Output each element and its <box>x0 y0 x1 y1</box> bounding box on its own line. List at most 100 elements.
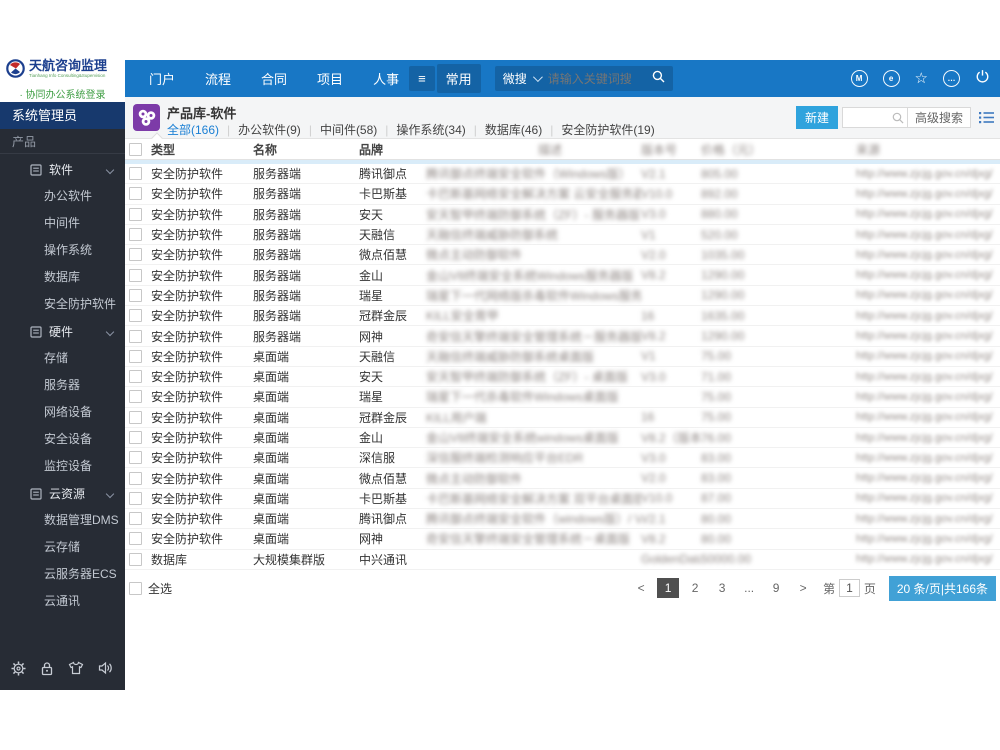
sidebar-item[interactable]: 存储 <box>0 345 125 372</box>
lock-icon[interactable] <box>40 661 54 676</box>
sidebar-item[interactable]: 网络设备 <box>0 399 125 426</box>
advanced-search-button[interactable]: 高级搜索 <box>906 107 970 128</box>
tab-5[interactable]: 安全防护软件(19) <box>561 121 654 138</box>
table-row[interactable]: 安全防护软件 服务器端 瑞星 瑞星下一代网络版杀毒软件Windows服务器版 1290.… <box>125 286 1000 307</box>
table-search-input[interactable] <box>842 109 889 126</box>
power-icon[interactable] <box>975 69 990 89</box>
table-row[interactable]: 安全防护软件 桌面端 天融信 天融信终端威胁防御系统桌面版 V1 75.00 http://… <box>125 347 1000 367</box>
row-checkbox[interactable] <box>129 370 142 384</box>
cell-version: V3.0 <box>641 207 666 222</box>
header-checkbox[interactable] <box>129 142 142 156</box>
sidebar-item[interactable]: 监控设备 <box>0 453 125 480</box>
table-row[interactable]: 安全防护软件 桌面端 金山 金山V8终端安全系统windows桌面版 V8.2（版本号）… <box>125 428 1000 449</box>
search-icon[interactable] <box>889 112 907 124</box>
table-row[interactable]: 安全防护软件 桌面端 深信服 深信服终端检测响应平台EDR V3.0 83.00 http:… <box>125 448 1000 469</box>
more-circle-icon[interactable]: … <box>943 70 960 87</box>
nav-item[interactable]: 项目 <box>309 65 351 92</box>
sidebar-item[interactable]: 安全设备 <box>0 426 125 453</box>
sidebar-item[interactable]: 中间件 <box>0 210 125 237</box>
sidebar-item[interactable]: 安全防护软件 <box>0 291 125 318</box>
global-search-input[interactable] <box>545 70 646 87</box>
pagination-page[interactable]: 1 <box>657 578 680 598</box>
table-row[interactable]: 安全防护软件 桌面端 腾讯御点 腾讯御点终端安全软件（windows版）/ V2.1 V… <box>125 509 1000 530</box>
speaker-icon[interactable] <box>98 661 114 675</box>
list-view-icon[interactable] <box>979 111 994 124</box>
nav-item[interactable]: 流程 <box>197 65 239 92</box>
pagination-next[interactable]: > <box>792 578 814 598</box>
table-row[interactable]: 安全防护软件 服务器端 微点佰慧 微点主动防御软件 V2.0 1035.00 http://… <box>125 245 1000 266</box>
row-checkbox[interactable] <box>129 187 142 201</box>
row-checkbox[interactable] <box>129 552 142 566</box>
sidebar-item[interactable]: 数据管理DMS <box>0 507 125 534</box>
nav-item[interactable]: 人事 <box>365 65 407 92</box>
nav-hamburger-icon[interactable]: ≡ <box>409 66 435 91</box>
page-size-info[interactable]: 20 条/页|共166条 <box>888 575 996 601</box>
table-row[interactable]: 安全防护软件 桌面端 冠群金辰 KILL用户端 16 75.00 http://www.zj… <box>125 408 1000 428</box>
table-row[interactable]: 安全防护软件 服务器端 天融信 天融信终端威胁防御系统 V1 520.00 http://w… <box>125 225 1000 246</box>
row-checkbox[interactable] <box>129 288 142 302</box>
row-checkbox[interactable] <box>129 512 142 526</box>
tab-3[interactable]: 操作系统(34) <box>396 121 465 138</box>
oa-login-link[interactable]: · 协同办公系统登录 <box>0 86 125 101</box>
sidebar-item[interactable]: 云服务器ECS <box>0 561 125 588</box>
row-checkbox[interactable] <box>129 532 142 546</box>
table-row[interactable]: 安全防护软件 桌面端 网神 奇安信天擎终端安全管理系统－桌面版 V8.2 80.00 htt… <box>125 529 1000 550</box>
favorite-star-icon[interactable]: ☆ <box>915 71 928 86</box>
message-icon[interactable]: e <box>882 70 900 87</box>
table-row[interactable]: 安全防护软件 服务器端 冠群金辰 KILL安全胄甲 16 1635.00 http://ww… <box>125 306 1000 327</box>
tab-2[interactable]: 中间件(58) <box>320 121 377 138</box>
table-row[interactable]: 数据库 大规模集群版 中兴通讯 GoldenData s…50000.00 http:/… <box>125 550 1000 570</box>
pagination-page[interactable]: 2 <box>684 578 706 598</box>
sidebar-item[interactable]: 服务器 <box>0 372 125 399</box>
jump-page-input[interactable]: 1 <box>839 579 860 597</box>
row-checkbox[interactable] <box>129 349 142 363</box>
sidebar-item[interactable]: 云通讯 <box>0 588 125 615</box>
table-row[interactable]: 安全防护软件 服务器端 腾讯御点 腾讯御点终端安全软件（Windows版） V2.1 80… <box>125 164 1000 185</box>
global-search[interactable]: 微搜 <box>494 66 673 91</box>
row-checkbox[interactable] <box>129 491 142 505</box>
nav-item-changyong[interactable]: 常用 <box>436 64 481 93</box>
row-checkbox[interactable] <box>129 228 142 242</box>
table-row[interactable]: 安全防护软件 桌面端 瑞星 瑞星下一代杀毒软件Windows桌面版 75.00 http:… <box>125 387 1000 408</box>
sidebar-section[interactable]: 软件 <box>0 156 125 183</box>
table-row[interactable]: 安全防护软件 桌面端 卡巴斯基 卡巴斯基网络安全解决方案 双平台桌面版 - K…V10… <box>125 489 1000 510</box>
row-checkbox[interactable] <box>129 309 142 323</box>
row-checkbox[interactable] <box>129 410 142 424</box>
sidebar-item[interactable]: 操作系统 <box>0 237 125 264</box>
table-row[interactable]: 安全防护软件 服务器端 安天 安天智甲终端防御系统（ZF）- 服务器版 V3.0 880.… <box>125 205 1000 225</box>
new-button[interactable]: 新建 <box>795 106 838 129</box>
row-checkbox[interactable] <box>129 471 142 485</box>
m-badge-icon[interactable]: M <box>850 70 868 87</box>
sidebar-item[interactable]: 数据库 <box>0 264 125 291</box>
row-checkbox[interactable] <box>129 451 142 465</box>
theme-shirt-icon[interactable] <box>68 661 84 675</box>
sidebar-item[interactable]: 办公软件 <box>0 183 125 210</box>
tab-4[interactable]: 数据库(46) <box>485 121 542 138</box>
row-checkbox[interactable] <box>129 207 142 221</box>
table-row[interactable]: 安全防护软件 服务器端 网神 奇安信天擎终端安全管理系统－服务器版 V8.2 1290.0… <box>125 326 1000 347</box>
row-checkbox[interactable] <box>129 167 142 181</box>
sidebar-section[interactable]: 云资源 <box>0 480 125 507</box>
search-scope-label[interactable]: 微搜 <box>503 70 527 87</box>
table-row[interactable]: 安全防护软件 服务器端 卡巴斯基 卡巴斯基网络安全解决方案 云安全服务器版 V10.0 8… <box>125 184 1000 205</box>
tab-1[interactable]: 办公软件(9) <box>238 121 301 138</box>
table-row[interactable]: 安全防护软件 服务器端 金山 金山V8终端安全系统Windows服务器版 V8.2 129… <box>125 265 1000 286</box>
nav-item[interactable]: 门户 <box>141 65 183 92</box>
table-row[interactable]: 安全防护软件 桌面端 安天 安天智甲终端防御系统（ZF）- 桌面版 V3.0 71.00 h… <box>125 367 1000 388</box>
pagination-page[interactable]: 3 <box>711 578 733 598</box>
gear-icon[interactable] <box>11 660 26 676</box>
pagination-prev[interactable]: < <box>630 578 652 598</box>
row-checkbox[interactable] <box>129 390 142 404</box>
search-icon[interactable] <box>652 70 665 88</box>
row-checkbox[interactable] <box>129 268 142 282</box>
pagination-page[interactable]: 9 <box>765 578 787 598</box>
row-checkbox[interactable] <box>129 431 142 444</box>
sidebar-item[interactable]: 云存储 <box>0 534 125 561</box>
row-checkbox[interactable] <box>129 248 142 262</box>
tab-0[interactable]: 全部(166) <box>167 121 219 138</box>
select-all-checkbox[interactable] <box>129 581 142 595</box>
nav-item[interactable]: 合同 <box>253 65 295 92</box>
table-row[interactable]: 安全防护软件 桌面端 微点佰慧 微点主动防御软件 V2.0 83.00 http://www… <box>125 468 1000 489</box>
row-checkbox[interactable] <box>129 329 142 343</box>
sidebar-section[interactable]: 硬件 <box>0 318 125 345</box>
